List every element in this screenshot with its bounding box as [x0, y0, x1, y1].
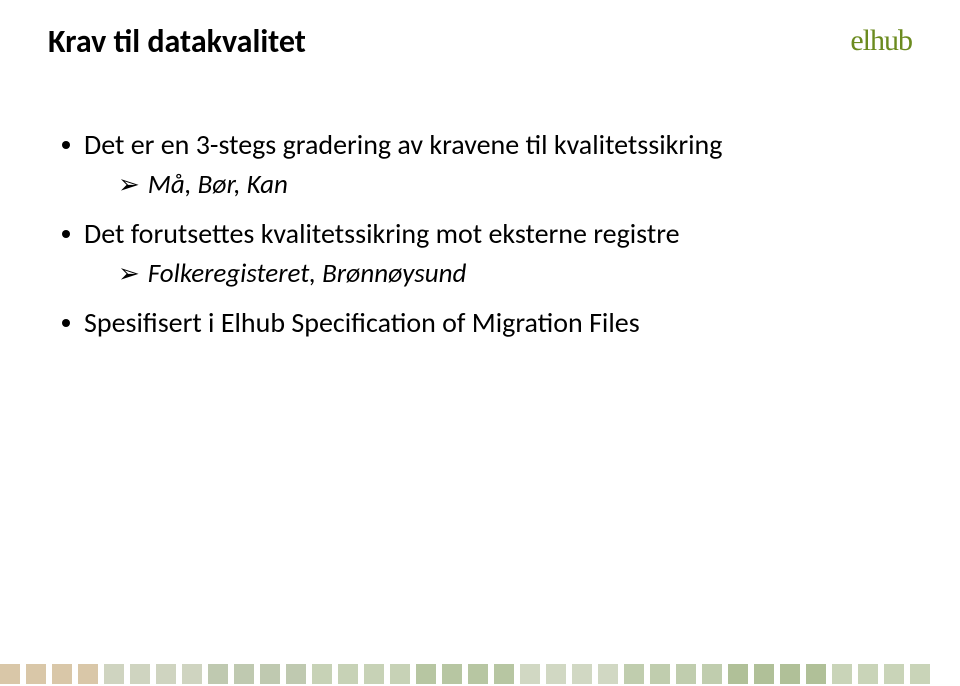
sub-bullet-item: ➢ Folkeregisteret, Brønnøysund [118, 256, 900, 292]
decorative-square [182, 664, 202, 684]
decorative-square [78, 664, 98, 684]
decorative-square [416, 664, 436, 684]
decorative-square [26, 664, 46, 684]
decorative-square [624, 664, 644, 684]
arrow-right-icon: ➢ [118, 256, 140, 291]
bullet-item: Det forutsettes kvalitetssikring mot eks… [62, 216, 900, 252]
bullet-dot-icon [62, 141, 70, 149]
decorative-square [728, 664, 748, 684]
decorative-square [546, 664, 566, 684]
decorative-squares-row [0, 664, 960, 686]
decorative-square [572, 664, 592, 684]
decorative-square [364, 664, 384, 684]
bullet-dot-icon [62, 319, 70, 327]
decorative-square [338, 664, 358, 684]
bullet-dot-icon [62, 230, 70, 238]
bullet-item: Spesifisert i Elhub Specification of Mig… [62, 305, 900, 341]
decorative-square [910, 664, 930, 684]
decorative-square [312, 664, 332, 684]
bullet-text: Det forutsettes kvalitetssikring mot eks… [84, 216, 680, 252]
slide-content: Det er en 3-stegs gradering av kravene t… [62, 115, 900, 341]
decorative-square [520, 664, 540, 684]
decorative-square [234, 664, 254, 684]
decorative-square [208, 664, 228, 684]
page-title: Krav til datakvalitet [48, 22, 306, 61]
sub-bullet-text: Folkeregisteret, Brønnøysund [148, 256, 467, 292]
slide: Krav til datakvalitet elhub Det er en 3-… [0, 0, 960, 686]
decorative-square [468, 664, 488, 684]
sub-bullet-text: Må, Bør, Kan [148, 167, 288, 203]
bullet-item: Det er en 3-stegs gradering av kravene t… [62, 127, 900, 163]
decorative-square [0, 664, 20, 684]
decorative-square [598, 664, 618, 684]
arrow-right-icon: ➢ [118, 167, 140, 202]
decorative-square [494, 664, 514, 684]
decorative-square [754, 664, 774, 684]
bullet-text: Det er en 3-stegs gradering av kravene t… [84, 127, 722, 163]
decorative-square [650, 664, 670, 684]
decorative-square [806, 664, 826, 684]
decorative-square [286, 664, 306, 684]
decorative-square [858, 664, 878, 684]
decorative-square [780, 664, 800, 684]
sub-bullet-item: ➢ Må, Bør, Kan [118, 167, 900, 203]
decorative-square [156, 664, 176, 684]
decorative-square [104, 664, 124, 684]
decorative-square [52, 664, 72, 684]
decorative-square [442, 664, 462, 684]
decorative-square [130, 664, 150, 684]
decorative-square [702, 664, 722, 684]
decorative-square [832, 664, 852, 684]
brand-logo: elhub [850, 24, 912, 58]
decorative-square [884, 664, 904, 684]
decorative-square [260, 664, 280, 684]
bullet-text: Spesifisert i Elhub Specification of Mig… [84, 305, 640, 341]
decorative-square [676, 664, 696, 684]
decorative-square [390, 664, 410, 684]
